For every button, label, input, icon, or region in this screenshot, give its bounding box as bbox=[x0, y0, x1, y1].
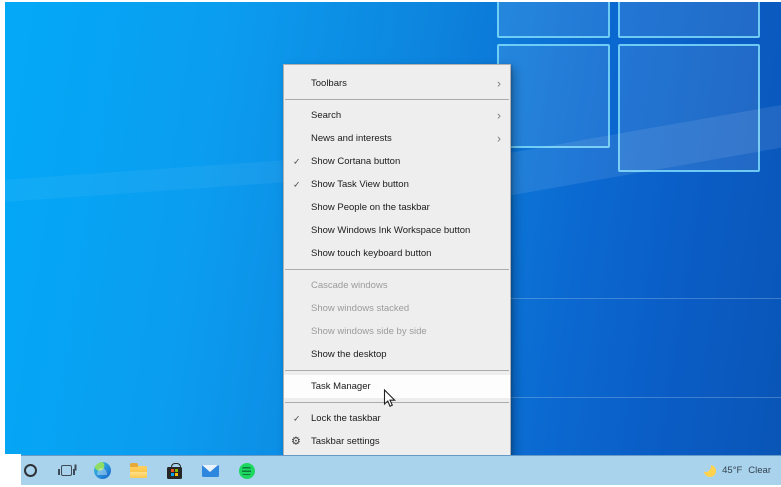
screen: Toolbars › Search › News and interests ›… bbox=[5, 2, 781, 485]
menu-item-label: Show Windows Ink Workspace button bbox=[311, 225, 470, 236]
explorer-icon bbox=[130, 466, 147, 478]
menu-item-label: Search bbox=[311, 110, 341, 121]
mail-icon bbox=[202, 465, 219, 477]
menu-separator bbox=[285, 269, 509, 270]
wallpaper-pane bbox=[497, 2, 610, 38]
spotify-icon bbox=[239, 463, 255, 479]
gear-icon: ⚙ bbox=[291, 436, 301, 447]
weather-temperature: 45°F bbox=[722, 465, 742, 476]
screenshot-corner-notch bbox=[5, 454, 21, 485]
checkmark-icon: ✓ bbox=[293, 156, 301, 167]
wallpaper-pane bbox=[497, 44, 610, 148]
submenu-arrow-icon: › bbox=[497, 131, 501, 145]
store-icon bbox=[167, 467, 182, 479]
menu-item-label: Show People on the taskbar bbox=[311, 202, 430, 213]
menu-item-label: Show windows stacked bbox=[311, 303, 409, 314]
wallpaper-light-ray bbox=[5, 158, 315, 204]
menu-item-lock-the-taskbar[interactable]: ✓ Lock the taskbar bbox=[284, 407, 510, 430]
submenu-arrow-icon: › bbox=[497, 76, 501, 90]
menu-item-news-and-interests[interactable]: News and interests › bbox=[284, 127, 510, 150]
taskbar-icons bbox=[5, 458, 258, 484]
menu-item-cascade-windows: Cascade windows bbox=[284, 274, 510, 297]
menu-item-show-task-view-button[interactable]: ✓ Show Task View button bbox=[284, 173, 510, 196]
edge-icon bbox=[94, 462, 111, 479]
cortana-button[interactable] bbox=[19, 458, 42, 484]
menu-item-label: News and interests bbox=[311, 133, 392, 144]
checkmark-icon: ✓ bbox=[293, 413, 301, 424]
wallpaper-pane bbox=[618, 2, 760, 38]
menu-item-show-windows-side-by-side: Show windows side by side bbox=[284, 320, 510, 343]
menu-separator bbox=[285, 370, 509, 371]
cortana-icon bbox=[24, 464, 37, 477]
menu-item-toolbars[interactable]: Toolbars › bbox=[284, 72, 510, 95]
taskbar: 45°F Clear bbox=[5, 455, 781, 485]
edge-button[interactable] bbox=[91, 458, 114, 484]
menu-item-label: Show touch keyboard button bbox=[311, 248, 431, 259]
menu-item-show-windows-stacked: Show windows stacked bbox=[284, 297, 510, 320]
menu-item-show-cortana-button[interactable]: ✓ Show Cortana button bbox=[284, 150, 510, 173]
menu-item-task-manager[interactable]: Task Manager bbox=[284, 375, 510, 398]
menu-item-label: Show the desktop bbox=[311, 349, 387, 360]
menu-item-show-touch-keyboard-button[interactable]: Show touch keyboard button bbox=[284, 242, 510, 265]
menu-item-label: Toolbars bbox=[311, 78, 347, 89]
menu-item-label: Show windows side by side bbox=[311, 326, 427, 337]
taskview-icon bbox=[61, 465, 72, 476]
menu-item-label: Lock the taskbar bbox=[311, 413, 381, 424]
menu-separator bbox=[285, 402, 509, 403]
moon-icon bbox=[704, 465, 716, 477]
mail-button[interactable] bbox=[199, 458, 222, 484]
checkmark-icon: ✓ bbox=[293, 179, 301, 190]
task-view-button[interactable] bbox=[55, 458, 78, 484]
menu-item-show-the-desktop[interactable]: Show the desktop bbox=[284, 343, 510, 366]
menu-item-taskbar-settings[interactable]: ⚙ Taskbar settings bbox=[284, 430, 510, 453]
weather-condition: Clear bbox=[748, 465, 771, 476]
mouse-cursor bbox=[383, 389, 396, 408]
file-explorer-button[interactable] bbox=[127, 458, 150, 484]
menu-item-label: Cascade windows bbox=[311, 280, 388, 291]
submenu-arrow-icon: › bbox=[497, 108, 501, 122]
store-button[interactable] bbox=[163, 458, 186, 484]
menu-item-show-people-on-the-taskbar[interactable]: Show People on the taskbar bbox=[284, 196, 510, 219]
menu-item-search[interactable]: Search › bbox=[284, 104, 510, 127]
screenshot-frame: Toolbars › Search › News and interests ›… bbox=[0, 0, 781, 487]
menu-item-label: Taskbar settings bbox=[311, 436, 380, 447]
taskbar-context-menu: Toolbars › Search › News and interests ›… bbox=[283, 64, 511, 459]
spotify-button[interactable] bbox=[235, 458, 258, 484]
menu-item-label: Task Manager bbox=[311, 381, 371, 392]
menu-item-label: Show Cortana button bbox=[311, 156, 400, 167]
menu-item-show-windows-ink-workspace-button[interactable]: Show Windows Ink Workspace button bbox=[284, 219, 510, 242]
menu-separator bbox=[285, 99, 509, 100]
wallpaper-line bbox=[485, 397, 781, 398]
weather-widget[interactable]: 45°F Clear bbox=[704, 465, 781, 477]
wallpaper-line bbox=[485, 298, 781, 299]
menu-item-label: Show Task View button bbox=[311, 179, 409, 190]
